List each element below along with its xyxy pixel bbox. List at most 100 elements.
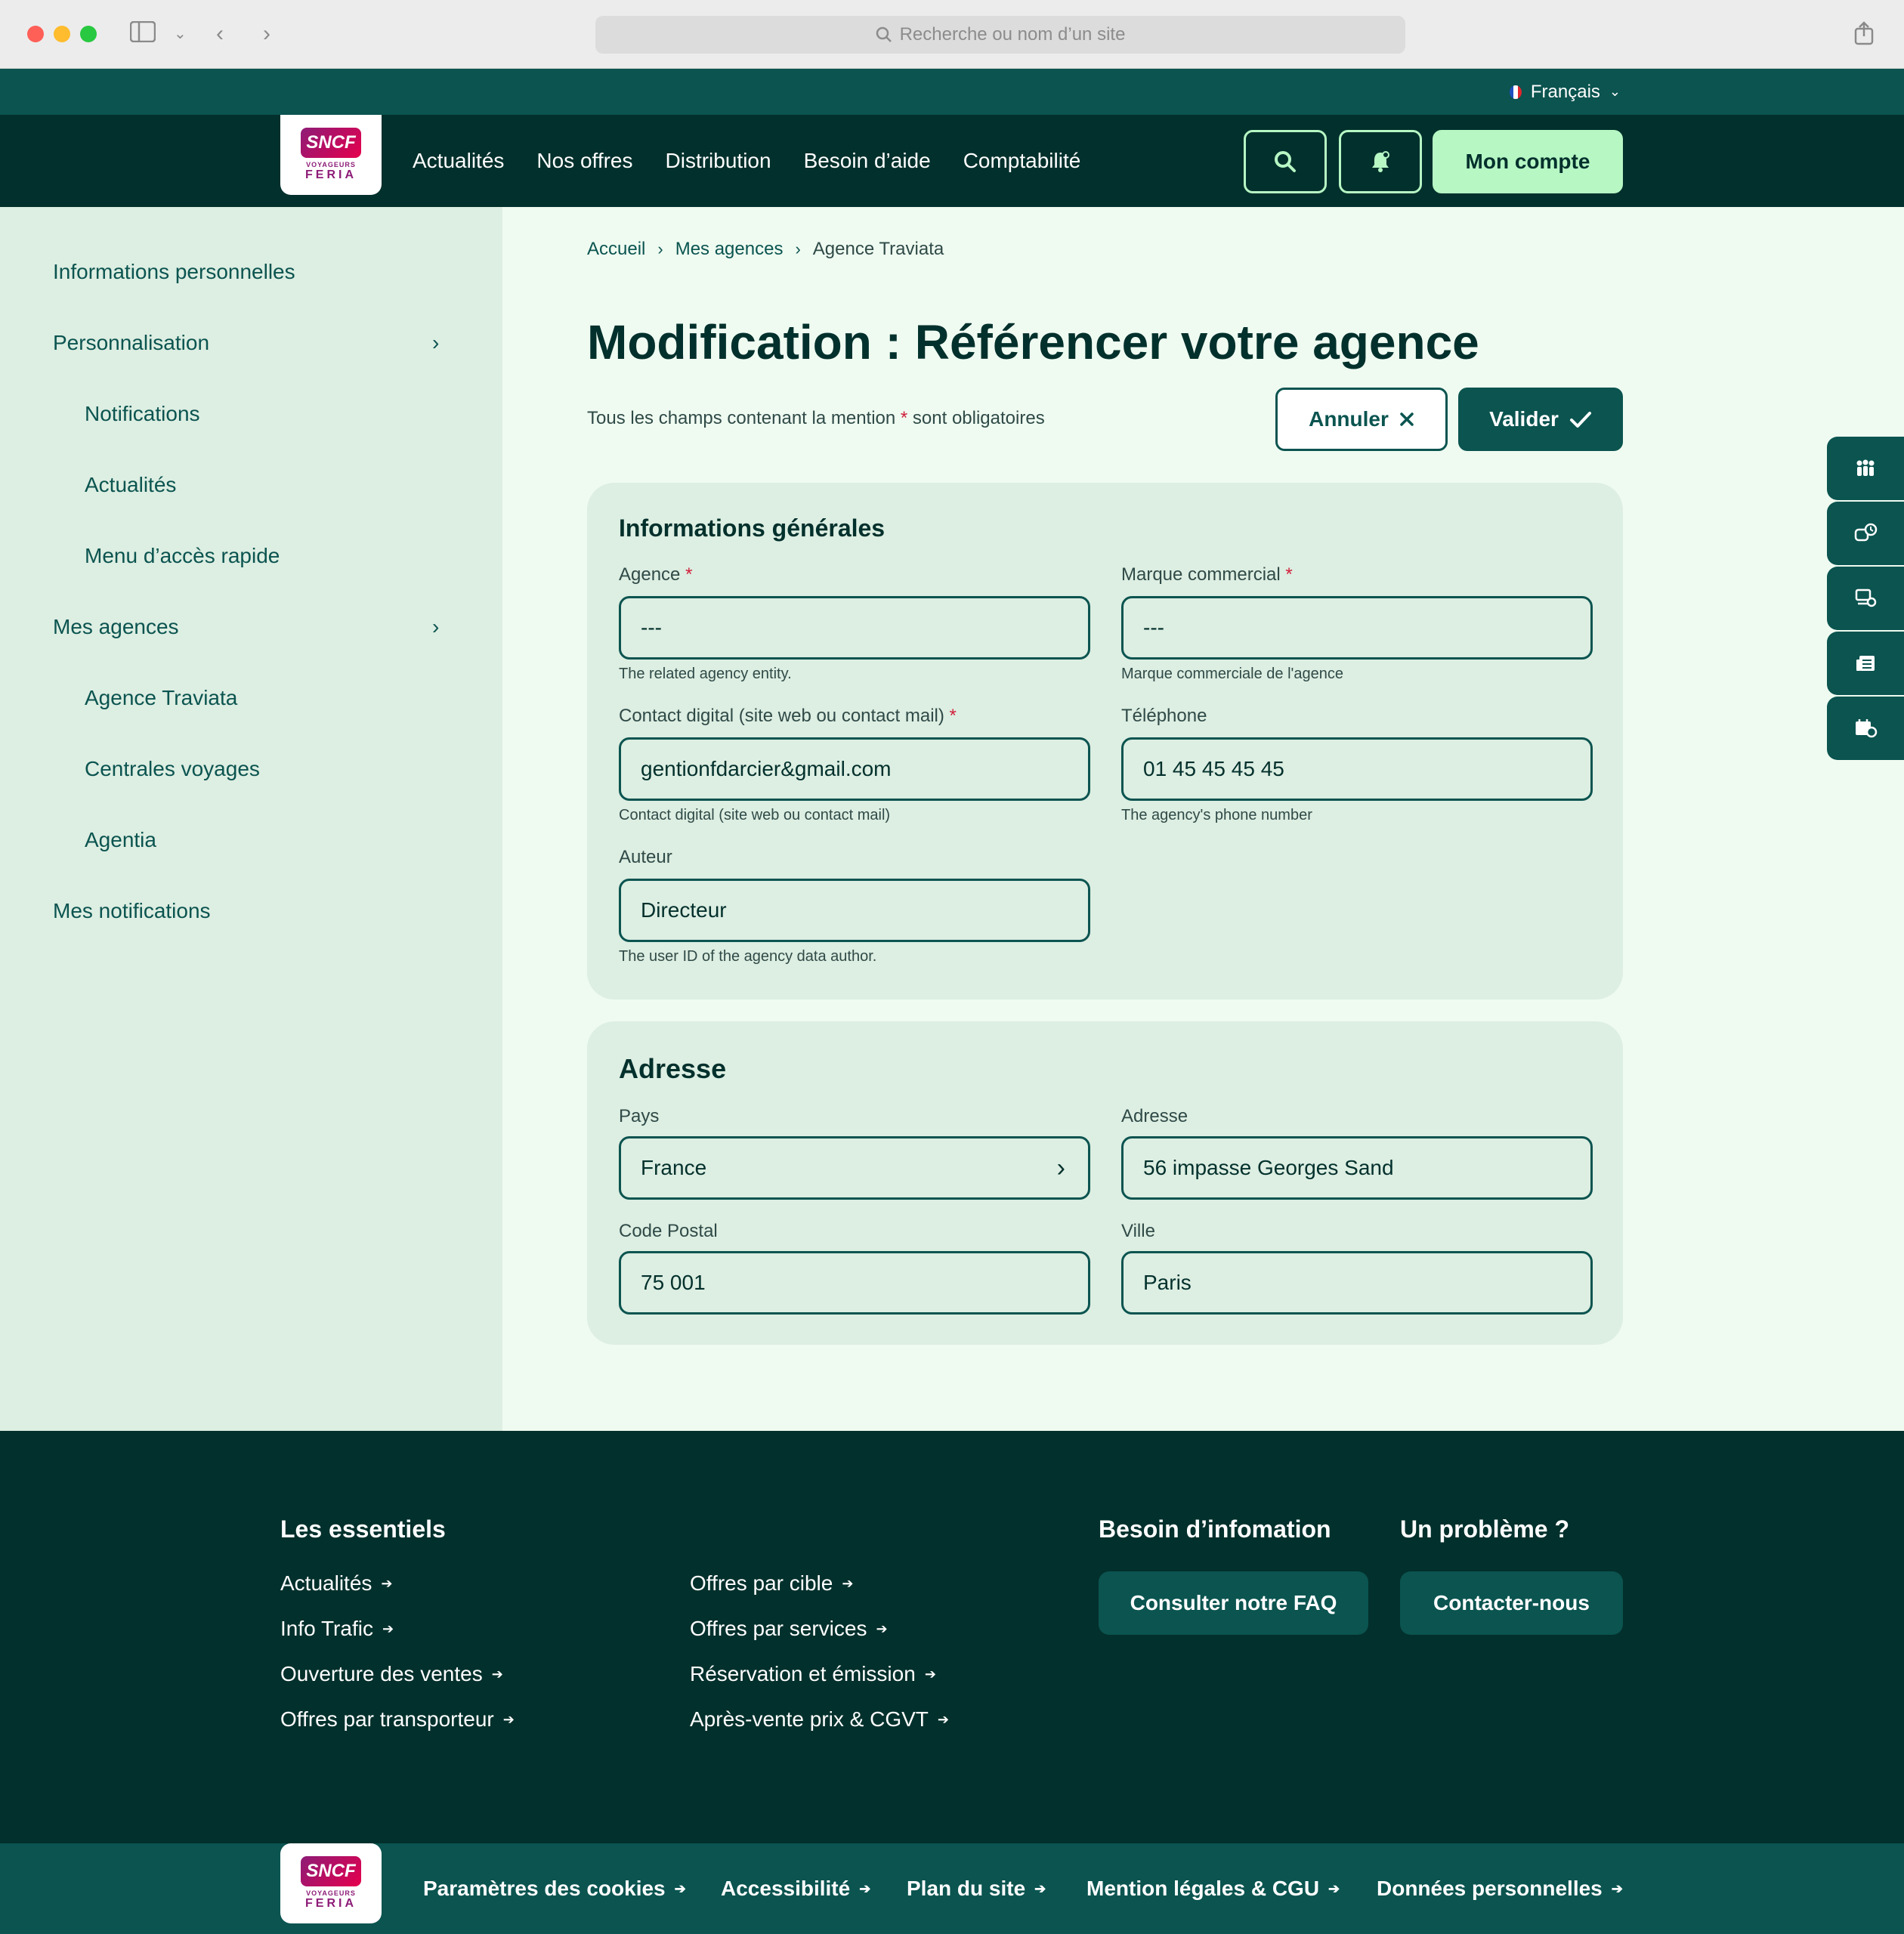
auteur-help: The user ID of the agency data author.	[619, 948, 877, 965]
quick-access-computer-icon[interactable]	[1827, 567, 1904, 630]
faq-button[interactable]: Consulter notre FAQ	[1099, 1571, 1368, 1635]
contact-button[interactable]: Contacter-nous	[1400, 1571, 1623, 1635]
footer-link[interactable]: Offres par transporteur ➔	[280, 1707, 515, 1732]
footer-bottom-link[interactable]: Paramètres des cookies ➔	[423, 1843, 686, 1934]
footer-link-label: Après-vente prix & CGVT	[690, 1707, 929, 1731]
footer: Les essentiels Actualités ➔ Info Trafic ➔ …	[0, 1431, 1904, 1843]
sidebar-item-mes-agences[interactable]: Mes agences	[53, 615, 179, 639]
code-postal-input[interactable]: 75 001	[619, 1251, 1090, 1315]
arrow-right-icon: ➔	[924, 1666, 936, 1682]
arrow-right-icon: ➔	[1611, 1880, 1623, 1896]
contact-label: Contact digital (site web ou contact mai…	[619, 706, 957, 727]
forward-icon[interactable]: ›	[263, 21, 270, 47]
footer-bottom-link[interactable]: Données personnelles ➔	[1377, 1843, 1623, 1934]
footer-link[interactable]: Ouverture des ventes ➔	[280, 1662, 503, 1686]
breadcrumb-mes-agences[interactable]: Mes agences	[675, 239, 784, 260]
close-icon	[1400, 412, 1414, 426]
cancel-button[interactable]: Annuler	[1275, 388, 1448, 451]
pays-select[interactable]: France ›	[619, 1136, 1090, 1200]
sidebar-item-agentia[interactable]: Agentia	[85, 828, 156, 852]
nav-link-besoin-aide[interactable]: Besoin d’aide	[804, 149, 931, 173]
chevron-right-icon[interactable]: ›	[432, 331, 439, 355]
sidebar-item-mes-notifications[interactable]: Mes notifications	[53, 899, 211, 923]
footer-bottom-link[interactable]: Plan du site ➔	[907, 1843, 1046, 1934]
quick-access-newspaper-icon[interactable]	[1827, 632, 1904, 695]
language-label: Français	[1530, 81, 1600, 102]
auteur-input[interactable]: Directeur	[619, 879, 1090, 942]
sidebar-item-agence-traviata[interactable]: Agence Traviata	[85, 686, 237, 710]
footer-link-label: Info Trafic	[280, 1617, 373, 1640]
quick-access-calendar-icon[interactable]	[1827, 697, 1904, 760]
footer-link[interactable]: Après-vente prix & CGVT ➔	[690, 1707, 949, 1732]
sidebar-item-informations-personnelles[interactable]: Informations personnelles	[53, 260, 295, 284]
contact-input[interactable]: gentionfdarcier&gmail.com	[619, 737, 1090, 801]
validate-button[interactable]: Valider	[1458, 388, 1623, 451]
mandatory-text: Tous les champs contenant la mention	[587, 408, 901, 428]
account-sidebar: Informations personnelles Personnalisati…	[0, 207, 502, 1431]
url-placeholder: Recherche ou nom d’un site	[899, 24, 1126, 45]
footer-info-title: Besoin d’infomation	[1099, 1515, 1331, 1543]
breadcrumb-current: Agence Traviata	[812, 239, 944, 259]
close-window-button[interactable]	[27, 26, 44, 42]
marque-label: Marque commercial *	[1121, 564, 1293, 585]
required-star: *	[900, 408, 908, 428]
page-title: Modification : Référencer votre agence	[587, 315, 1479, 369]
arrow-right-icon: ➔	[842, 1575, 854, 1591]
breadcrumb-accueil[interactable]: Accueil	[587, 239, 645, 260]
footer-link[interactable]: Offres par services ➔	[690, 1617, 888, 1641]
my-account-button[interactable]: Mon compte	[1433, 130, 1623, 193]
auteur-label: Auteur	[619, 847, 672, 867]
sidebar-item-notifications[interactable]: Notifications	[85, 402, 200, 426]
chevron-down-icon[interactable]: ⌄	[174, 21, 187, 47]
ville-input[interactable]: Paris	[1121, 1251, 1593, 1315]
sidebar-item-centrales-voyages[interactable]: Centrales voyages	[85, 757, 260, 781]
section-title: Adresse	[619, 1053, 727, 1084]
notifications-button[interactable]	[1339, 130, 1422, 193]
search-icon	[1275, 151, 1296, 172]
footer-link[interactable]: Réservation et émission ➔	[690, 1662, 936, 1686]
marque-input[interactable]: ---	[1121, 596, 1593, 660]
pays-value: France	[641, 1156, 707, 1179]
nav-link-comptabilite[interactable]: Comptabilité	[963, 149, 1081, 173]
footer-bottom-link-label: Paramètres des cookies	[423, 1877, 666, 1900]
footer-bottom-link[interactable]: Accessibilité ➔	[721, 1843, 870, 1934]
arrow-right-icon: ➔	[876, 1620, 888, 1636]
logo-mark: SNCF	[301, 1856, 361, 1886]
nav-link-actualites[interactable]: Actualités	[413, 149, 504, 173]
sidebar-item-menu-acces-rapide[interactable]: Menu d’accès rapide	[85, 544, 280, 568]
agence-label: Agence *	[619, 564, 692, 585]
minimize-window-button[interactable]	[54, 26, 70, 42]
sncf-logo[interactable]: SNCF VOYAGEURS FERIA	[280, 1843, 382, 1923]
sidebar-toggle-icon[interactable]	[129, 20, 156, 48]
arrow-right-icon: ➔	[502, 1711, 515, 1727]
quick-access-group-icon[interactable]	[1827, 437, 1904, 500]
share-icon[interactable]	[1854, 21, 1874, 51]
footer-link[interactable]: Actualités ➔	[280, 1571, 393, 1596]
sncf-logo[interactable]: SNCF VOYAGEURS FERIA	[280, 115, 382, 195]
agence-input[interactable]: ---	[619, 596, 1090, 660]
back-icon[interactable]: ‹	[216, 21, 224, 47]
arrow-right-icon: ➔	[381, 1575, 393, 1591]
sidebar-item-personnalisation[interactable]: Personnalisation	[53, 331, 209, 355]
nav-link-nos-offres[interactable]: Nos offres	[536, 149, 632, 173]
sidebar-item-actualites[interactable]: Actualités	[85, 473, 176, 497]
chevron-down-icon: ⌄	[1609, 84, 1621, 99]
chevron-right-icon[interactable]: ›	[432, 615, 439, 639]
nav-link-distribution[interactable]: Distribution	[666, 149, 771, 173]
arrow-right-icon: ➔	[937, 1711, 949, 1727]
marque-label-text: Marque commercial	[1121, 564, 1281, 585]
search-button[interactable]	[1244, 130, 1327, 193]
footer-link[interactable]: Info Trafic ➔	[280, 1617, 394, 1641]
adresse-input[interactable]: 56 impasse Georges Sand	[1121, 1136, 1593, 1200]
footer-essentials-title: Les essentiels	[280, 1515, 446, 1543]
telephone-input[interactable]: 01 45 45 45 45	[1121, 737, 1593, 801]
footer-link[interactable]: Offres par cible ➔	[690, 1571, 853, 1596]
footer-bottom-link[interactable]: Mention légales & CGU ➔	[1086, 1843, 1340, 1934]
language-selector[interactable]: Français ⌄	[1509, 69, 1621, 115]
cancel-label: Annuler	[1309, 407, 1389, 431]
zoom-window-button[interactable]	[80, 26, 97, 42]
chevron-right-icon: ›	[795, 239, 801, 258]
footer-bottom-link-label: Données personnelles	[1377, 1877, 1603, 1900]
url-bar[interactable]: Recherche ou nom d’un site	[595, 16, 1405, 54]
quick-access-train-clock-icon[interactable]	[1827, 502, 1904, 565]
